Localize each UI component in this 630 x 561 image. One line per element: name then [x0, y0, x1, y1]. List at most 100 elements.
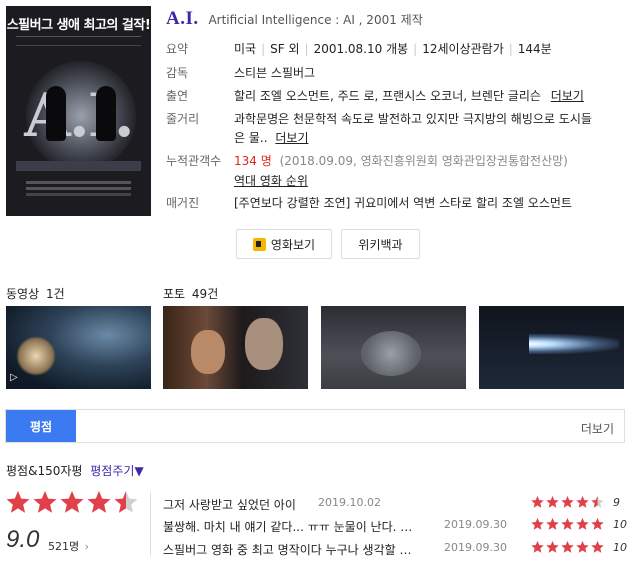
kakaopage-icon [252, 237, 266, 251]
review-stars [531, 541, 604, 553]
photo-light-beam [529, 334, 619, 354]
average-star-rating [6, 491, 138, 513]
rating-tab-bar: 평점 더보기 [5, 409, 625, 443]
star-filled-icon [531, 541, 544, 553]
review-text: 그저 사랑받고 싶었던 아이 [163, 498, 296, 512]
star-filled-icon [576, 541, 589, 553]
photo-face [245, 318, 283, 370]
star-filled-icon [561, 496, 574, 508]
info-label: 누적관객수 [166, 154, 222, 168]
video-thumbnail-highlight [16, 336, 56, 376]
audience-source: (2018.09.09, 영화진흥위원회 영화관입장권통합전산망) [279, 154, 568, 168]
magazine-link[interactable]: [주연보다 강렬한 조연] 귀요미에서 역변 스타로 할리 조엘 오스먼트 [234, 194, 572, 211]
star-filled-icon [546, 541, 559, 553]
watch-movie-label: 영화보기 [270, 237, 316, 252]
video-section-label[interactable]: 동영상 1건 [6, 285, 65, 302]
poster-figure [96, 86, 116, 141]
star-filled-icon [60, 491, 84, 513]
play-icon: ▷ [10, 372, 18, 383]
movie-title: A.I. [166, 8, 199, 29]
photo-object [361, 331, 421, 376]
rating-header-label: 평점&150자평 [6, 464, 83, 478]
star-filled-icon [531, 518, 544, 530]
poster-title-art: A.I. [24, 81, 134, 151]
plot-line-1: 과학문명은 천문학적 속도로 발전하고 있지만 극지방의 해빙으로 도시들 [234, 112, 592, 126]
video-count: 1건 [45, 287, 65, 301]
poster-figure [46, 86, 66, 141]
star-filled-icon [591, 518, 604, 530]
summary-values: 미국 | SF 외 | 2001.08.10 개봉 | 12세이상관람가 | 144분 [234, 42, 552, 56]
cast-more-link[interactable]: 더보기 [551, 89, 584, 103]
chevron-right-icon: › [84, 540, 90, 553]
review-date: 2019.09.30 [444, 541, 507, 554]
star-filled-icon [546, 518, 559, 530]
rating-header: 평점&150자평 평점주기▼ [6, 462, 144, 479]
star-filled-icon [6, 491, 30, 513]
star-filled-icon [33, 491, 57, 513]
photo-face [191, 330, 225, 374]
review-date: 2019.10.02 [318, 496, 381, 509]
video-thumbnail[interactable]: ▷ [6, 306, 151, 389]
info-label: 감독 [166, 66, 189, 80]
poster-small-print [26, 181, 131, 184]
rating-count: 521명 [48, 540, 80, 553]
cast-list[interactable]: 할리 조엘 오스먼트, 주드 로, 프랜시스 오코너, 브렌단 글리슨 [234, 89, 541, 103]
rating-count-link[interactable]: 521명 › [48, 538, 89, 554]
plot-more-link[interactable]: 더보기 [275, 131, 308, 145]
photo-count: 49건 [191, 287, 219, 301]
review-date: 2019.09.30 [444, 518, 507, 531]
star-filled-icon [561, 518, 574, 530]
plot-line-2: 은 물.. [234, 131, 268, 145]
director-link[interactable]: 스티븐 스필버그 [234, 64, 315, 81]
watch-movie-button[interactable]: 영화보기 [236, 229, 332, 259]
movie-title-row: A.I. Artificial Intelligence : AI , 2001… [166, 8, 423, 30]
info-label: 요약 [166, 42, 189, 56]
movie-english-title: Artificial Intelligence : AI , 2001 제작 [208, 13, 423, 27]
rating-divider [150, 492, 151, 556]
poster-subtitle-band [16, 36, 141, 46]
summary-country: 미국 [234, 42, 257, 56]
cast-values: 할리 조엘 오스먼트, 주드 로, 프랜시스 오코너, 브렌단 글리슨 더보기 [234, 87, 584, 104]
info-label: 줄거리 [166, 112, 200, 126]
star-filled-icon [531, 496, 544, 508]
review-stars [531, 496, 604, 508]
summary-release: 2001.08.10 개봉 [313, 42, 409, 56]
review-score: 10 [613, 541, 627, 554]
wikipedia-label: 위키백과 [358, 237, 403, 252]
give-rating-link[interactable]: 평점주기▼ [90, 464, 143, 478]
dropdown-arrow-icon: ▼ [134, 464, 144, 478]
star-filled-icon [546, 496, 559, 508]
audience-values: 134 명 (2018.09.09, 영화진흥위원회 영화관입장권통합전산망) [234, 152, 568, 169]
box-office-rank-link[interactable]: 역대 영화 순위 [234, 172, 308, 189]
photo-thumbnail[interactable] [163, 306, 308, 389]
review-text: 스필버그 영화 중 최고 명작이다 누구나 생각할 … [163, 543, 412, 557]
poster-tagline: 스필버그 생애 최고의 걸작! [6, 18, 151, 33]
star-filled-icon [576, 496, 589, 508]
summary-runtime: 144분 [517, 42, 552, 56]
audience-count: 134 명 [234, 154, 272, 168]
summary-rating: 12세이상관람가 [422, 42, 504, 56]
movie-poster[interactable]: 스필버그 생애 최고의 걸작! A.I. [6, 6, 151, 216]
video-label: 동영상 [6, 287, 40, 301]
info-label: 출연 [166, 89, 189, 103]
plot-values: 은 물.. 더보기 [234, 129, 308, 146]
review-text: 불쌍해. 마치 내 얘기 같다... ㅠㅠ 눈물이 난다. … [163, 520, 413, 534]
review-stars [531, 518, 604, 530]
average-score: 9.0 [6, 526, 40, 553]
info-label: 매거진 [166, 196, 200, 210]
photo-thumbnail[interactable] [321, 306, 466, 389]
star-filled-icon [591, 541, 604, 553]
photo-section-label[interactable]: 포토 49건 [163, 285, 218, 302]
give-rating-label: 평점주기 [90, 464, 135, 478]
photo-thumbnail[interactable] [479, 306, 624, 389]
wikipedia-button[interactable]: 위키백과 [341, 229, 420, 259]
rating-more-link[interactable]: 더보기 [581, 420, 614, 437]
review-score: 9 [613, 496, 620, 509]
poster-credit-band [16, 161, 141, 171]
summary-genre: SF 외 [270, 42, 300, 56]
star-filled-icon [87, 491, 111, 513]
star-filled-icon [561, 541, 574, 553]
photo-label: 포토 [163, 287, 186, 301]
review-score: 10 [613, 518, 627, 531]
tab-rating[interactable]: 평점 [6, 410, 76, 442]
